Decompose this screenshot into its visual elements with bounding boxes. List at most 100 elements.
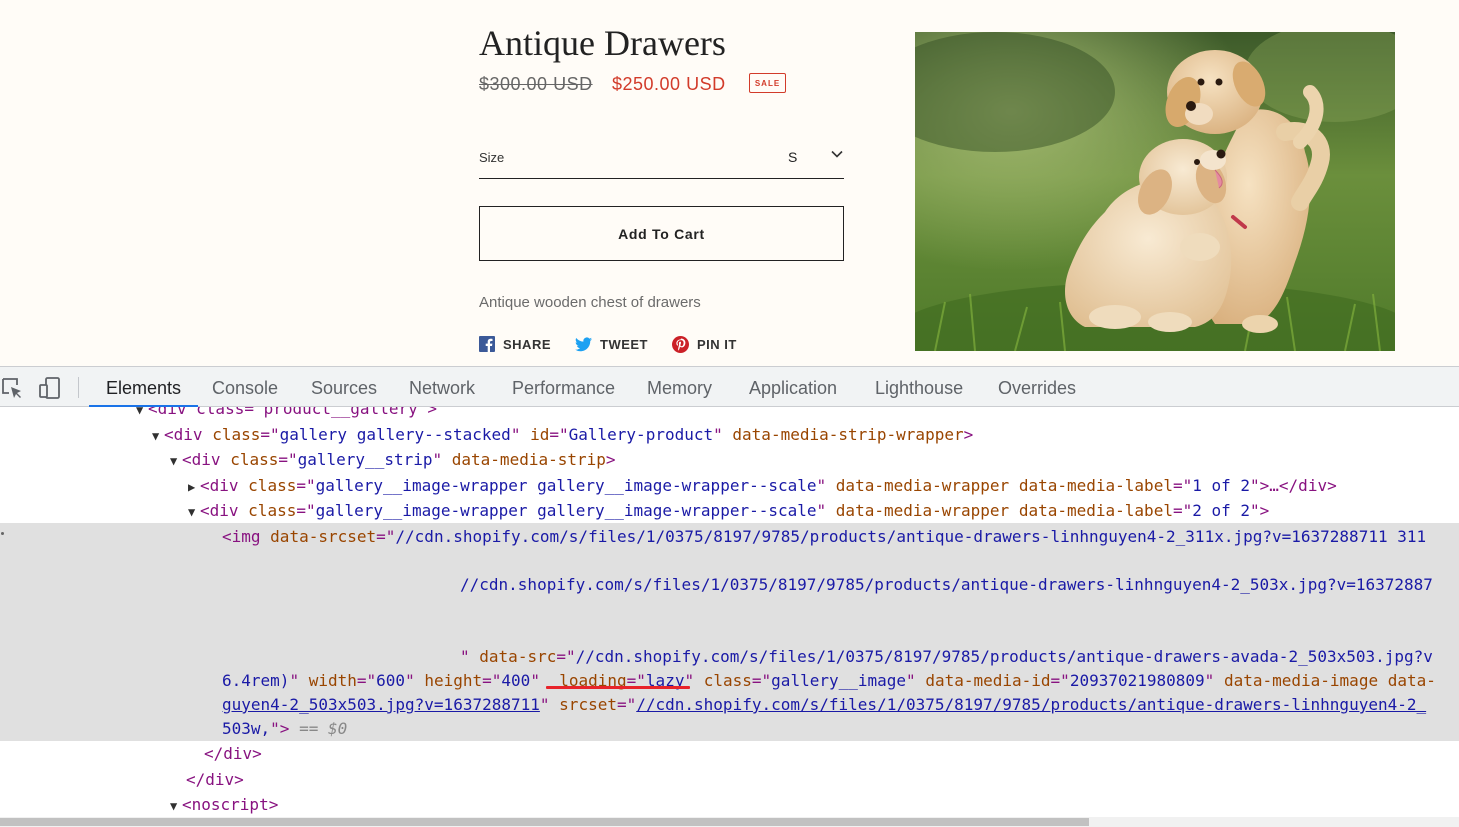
tab-network[interactable]: Network bbox=[392, 367, 492, 407]
horizontal-scrollbar[interactable] bbox=[0, 817, 1459, 827]
chevron-down-icon bbox=[831, 150, 843, 158]
dom-node-img-end: 503w,"> == $0 bbox=[222, 719, 348, 738]
collapsed-content: …</div> bbox=[1269, 476, 1337, 495]
tab-sources-label: Sources bbox=[311, 378, 378, 398]
selected-node-marker: == $0 bbox=[299, 719, 348, 738]
attr-value: 20937021980809 bbox=[1069, 671, 1205, 690]
expand-triangle-icon[interactable]: ▼ bbox=[152, 424, 164, 448]
attr-value: //cdn.shopify.com/s/files/1/0375/8197/97… bbox=[395, 527, 1427, 546]
attr-name: data-media-wrapper bbox=[835, 501, 1010, 520]
sale-price: $250.00 USD bbox=[612, 74, 726, 94]
attr-value: 503w, bbox=[222, 719, 271, 738]
inspect-element-icon[interactable] bbox=[0, 376, 24, 400]
product-description: Antique wooden chest of drawers bbox=[479, 294, 701, 311]
sale-badge: SALE bbox=[749, 73, 786, 93]
tab-console-label: Console bbox=[212, 378, 279, 398]
scrollbar-thumb[interactable] bbox=[0, 818, 1089, 826]
attr-name: data-media-wrapper bbox=[835, 476, 1010, 495]
dom-node-gallery[interactable]: ▼ <div class="gallery gallery--stacked" i… bbox=[152, 423, 973, 447]
tag-name: <noscript> bbox=[182, 795, 279, 814]
tab-lighthouse-label: Lighthouse bbox=[875, 378, 964, 398]
attr-value-height: 400 bbox=[501, 671, 531, 690]
share-pinterest-link[interactable]: PIN IT bbox=[672, 335, 737, 353]
dom-node-product-gallery[interactable]: ▼ <div class="product__gallery"> bbox=[136, 407, 437, 421]
tag-name: div bbox=[173, 425, 203, 444]
share-twitter-label: TWEET bbox=[600, 336, 648, 352]
closing-tag: </div> bbox=[204, 744, 262, 763]
selection-dot bbox=[1, 532, 4, 535]
size-select[interactable]: Size S bbox=[479, 140, 844, 179]
attr-value: gallery__image-wrapper gallery__image-wr… bbox=[315, 476, 817, 495]
attr-value: //cdn.shopify.com/s/files/1/0375/8197/97… bbox=[575, 647, 1433, 666]
original-price: $300.00 USD bbox=[479, 74, 593, 94]
facebook-icon bbox=[479, 336, 495, 352]
dom-node-gallery-strip[interactable]: ▼ <div class="gallery__strip" data-media-… bbox=[170, 448, 616, 472]
dom-node-image-wrapper-1[interactable]: ▶ <div class="gallery__image-wrapper gall… bbox=[188, 474, 1337, 498]
attr-value: //cdn.shopify.com/s/files/1/0375/8197/97… bbox=[460, 575, 1433, 594]
tab-elements[interactable]: Elements bbox=[89, 367, 199, 407]
attr-name: data-media-strip bbox=[451, 450, 606, 469]
srcset-link[interactable]: //cdn.shopify.com/s/files/1/0375/8197/97… bbox=[636, 695, 1426, 714]
attr-value-width: 600 bbox=[376, 671, 406, 690]
dom-close-div[interactable]: </div> bbox=[204, 742, 262, 766]
share-twitter-link[interactable]: TWEET bbox=[575, 335, 648, 353]
attr-value: 6.4rem) bbox=[222, 671, 290, 690]
tab-overrides[interactable]: Overrides bbox=[981, 367, 1093, 407]
attr-name: data-media-image data- bbox=[1223, 671, 1436, 690]
pinterest-icon bbox=[672, 335, 689, 353]
puppies-photo bbox=[915, 32, 1395, 351]
dom-node-img[interactable]: <img data-srcset="//cdn.shopify.com/s/fi… bbox=[222, 525, 1426, 549]
tab-overrides-label: Overrides bbox=[998, 378, 1077, 398]
attr-value: gallery__image bbox=[771, 671, 907, 690]
annotation-underline bbox=[546, 686, 690, 689]
attr-value: gallery__image-wrapper gallery__image-wr… bbox=[315, 501, 817, 520]
attr-value: 2 of 2 bbox=[1192, 501, 1251, 520]
dom-node-noscript[interactable]: ▼ <noscript> bbox=[170, 793, 278, 817]
dom-node-text: <div class="product__gallery"> bbox=[148, 407, 437, 418]
collapse-triangle-icon[interactable]: ▶ bbox=[188, 475, 200, 499]
device-toolbar-icon[interactable] bbox=[38, 376, 62, 400]
product-image[interactable] bbox=[915, 32, 1395, 351]
closing-tag: </div> bbox=[186, 770, 244, 789]
tab-lighthouse[interactable]: Lighthouse bbox=[858, 367, 980, 407]
size-label: Size bbox=[479, 150, 505, 165]
tab-sources[interactable]: Sources bbox=[294, 367, 394, 407]
expand-triangle-icon[interactable]: ▼ bbox=[170, 449, 182, 473]
tab-memory[interactable]: Memory bbox=[630, 367, 729, 407]
tab-application[interactable]: Application bbox=[732, 367, 854, 407]
twitter-icon bbox=[575, 337, 592, 351]
storefront: Antique Drawers $300.00 USD $250.00 USD … bbox=[0, 0, 1459, 366]
toolbar-divider bbox=[78, 377, 79, 398]
tab-performance-label: Performance bbox=[512, 378, 616, 398]
dom-node-img-datasrc: " data-src="//cdn.shopify.com/s/files/1/… bbox=[460, 647, 1433, 666]
tab-memory-label: Memory bbox=[647, 378, 713, 398]
dom-node-img-srcset-2: //cdn.shopify.com/s/files/1/0375/8197/97… bbox=[460, 573, 1433, 597]
attr-name: data-media-label bbox=[1018, 476, 1173, 495]
tab-network-label: Network bbox=[409, 378, 476, 398]
attr-name: data-media-label bbox=[1018, 501, 1173, 520]
dom-node-image-wrapper-2[interactable]: ▼ <div class="gallery__image-wrapper gall… bbox=[188, 499, 1269, 523]
attr-value: Gallery-product bbox=[568, 425, 714, 444]
share-facebook-label: SHARE bbox=[503, 336, 552, 352]
tab-console[interactable]: Console bbox=[195, 367, 295, 407]
attr-value: gallery__strip bbox=[297, 450, 433, 469]
tab-application-label: Application bbox=[749, 378, 838, 398]
share-pinterest-label: PIN IT bbox=[697, 336, 737, 352]
share-facebook-link[interactable]: SHARE bbox=[479, 335, 551, 353]
tab-performance[interactable]: Performance bbox=[495, 367, 632, 407]
tag-name: div bbox=[191, 450, 221, 469]
dom-node-img-attrs: 6.4rem)" width="600" height="400" loadin… bbox=[222, 671, 1436, 690]
devtools-tabbar: Elements Console Sources Network Perform… bbox=[0, 366, 1459, 407]
add-to-cart-button[interactable]: Add To Cart bbox=[479, 206, 844, 261]
attr-name: data-media-strip-wrapper bbox=[732, 425, 964, 444]
dom-node-img-src: guyen4-2_503x503.jpg?v=1637288711" srcse… bbox=[222, 695, 1427, 714]
src-link[interactable]: guyen4-2_503x503.jpg?v=1637288711 bbox=[222, 695, 540, 714]
product-title: Antique Drawers bbox=[479, 23, 726, 63]
dom-close-div[interactable]: </div> bbox=[186, 768, 244, 792]
size-value: S bbox=[788, 149, 798, 165]
expand-triangle-icon[interactable]: ▼ bbox=[188, 500, 200, 524]
tab-elements-label: Elements bbox=[106, 378, 182, 398]
attr-value: 1 of 2 bbox=[1192, 476, 1251, 495]
elements-panel[interactable]: ▼ <div class="product__gallery"> ▼ <div cl… bbox=[0, 407, 1459, 827]
expand-triangle-icon[interactable]: ▼ bbox=[170, 794, 182, 818]
